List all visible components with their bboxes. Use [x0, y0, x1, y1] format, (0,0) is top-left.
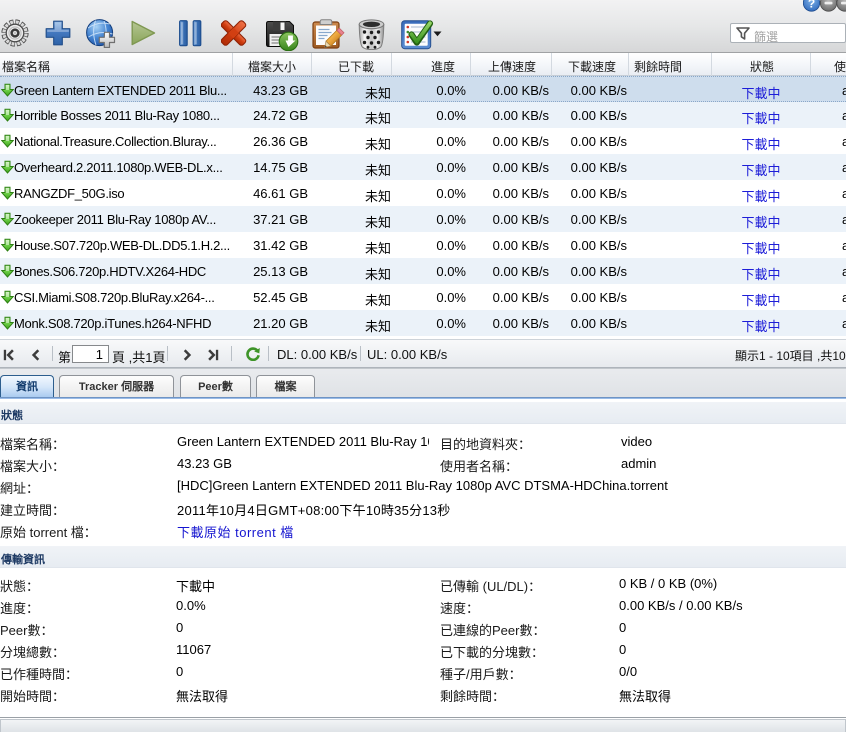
svg-text:?: ?	[808, 0, 815, 11]
